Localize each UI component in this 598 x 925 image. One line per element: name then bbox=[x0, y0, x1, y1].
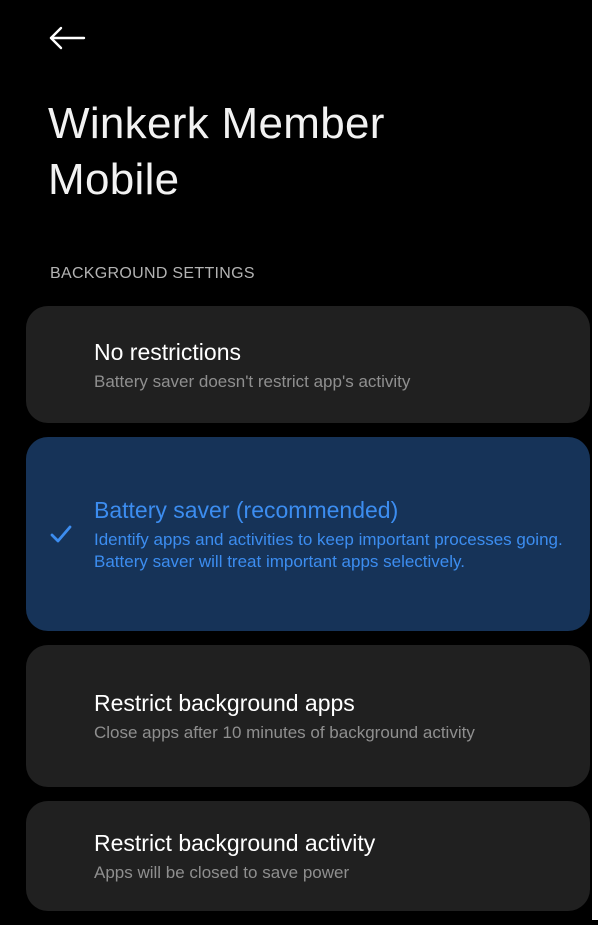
section-header: BACKGROUND SETTINGS bbox=[50, 265, 255, 282]
back-button[interactable] bbox=[48, 20, 92, 56]
option-description: Close apps after 10 minutes of backgroun… bbox=[94, 723, 475, 742]
option-title: Battery saver (recommended) bbox=[94, 497, 399, 523]
option-description: Battery saver doesn't restrict app's act… bbox=[94, 371, 411, 391]
arrow-left-icon bbox=[49, 26, 86, 50]
option-battery-saver[interactable]: Battery saver (recommended) Identify app… bbox=[26, 437, 590, 631]
option-description: Identify apps and activities to keep imp… bbox=[94, 529, 566, 573]
option-restrict-background-activity[interactable]: Restrict background activity Apps will b… bbox=[26, 801, 590, 911]
app-title: Winkerk Member Mobile bbox=[48, 99, 385, 204]
option-description-line: Identify apps and activities to keep imp… bbox=[94, 530, 563, 549]
option-no-restrictions[interactable]: No restrictions Battery saver doesn't re… bbox=[26, 306, 590, 423]
checkmark-icon bbox=[50, 525, 72, 543]
option-title: Restrict background apps bbox=[94, 690, 355, 716]
battery-options-list: No restrictions Battery saver doesn't re… bbox=[26, 306, 590, 925]
option-title: No restrictions bbox=[94, 338, 241, 365]
option-description-line: Battery saver will treat important apps … bbox=[94, 552, 465, 571]
option-title: Restrict background activity bbox=[94, 830, 376, 856]
option-restrict-background-apps[interactable]: Restrict background apps Close apps afte… bbox=[26, 645, 590, 787]
screen-edge bbox=[592, 0, 598, 920]
option-description: Apps will be closed to save power bbox=[94, 863, 350, 882]
